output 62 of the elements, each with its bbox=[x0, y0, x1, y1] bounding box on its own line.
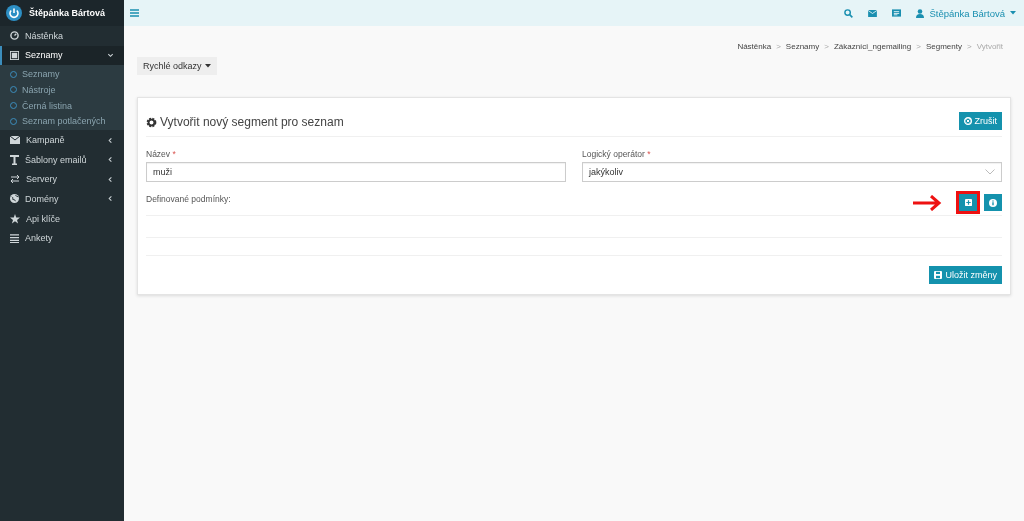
sidebar-item[interactable]: Api klíče bbox=[0, 208, 124, 229]
cancel-button[interactable]: Zrušit bbox=[958, 112, 1002, 130]
chevron-down-icon bbox=[107, 51, 114, 59]
save-button[interactable]: Uložit změny bbox=[929, 266, 1002, 284]
exchange-icon bbox=[10, 175, 20, 184]
field-label: Název bbox=[146, 149, 171, 159]
info-button[interactable] bbox=[984, 194, 1002, 211]
field-label: Logický operátor bbox=[582, 149, 645, 159]
breadcrumb-separator: > bbox=[966, 42, 972, 51]
envelope-icon bbox=[10, 136, 20, 145]
power-logo-icon bbox=[6, 5, 22, 21]
cancel-icon bbox=[963, 117, 972, 125]
floppy-icon bbox=[934, 271, 943, 279]
chevron-left-icon bbox=[107, 175, 114, 183]
chevron-left-icon bbox=[107, 156, 114, 164]
breadcrumb-link[interactable]: Segmenty bbox=[925, 42, 962, 51]
plus-square-icon bbox=[964, 199, 972, 206]
quick-links-button[interactable]: Rychlé odkazy bbox=[137, 57, 217, 75]
sidebar-item[interactable]: Kampaně bbox=[0, 130, 124, 150]
breadcrumb-separator: > bbox=[824, 42, 829, 51]
submenu-item[interactable]: Seznamy bbox=[0, 66, 124, 82]
list-icon bbox=[10, 50, 19, 60]
user-menu[interactable]: Štěpánka Bártová bbox=[929, 7, 1005, 19]
caret-icon bbox=[1010, 11, 1016, 15]
required-mark: * bbox=[172, 149, 176, 159]
submenu-item[interactable]: Seznam potlačených bbox=[0, 113, 124, 130]
sidebar-item[interactable]: Domény bbox=[0, 189, 124, 209]
user-name: Štěpánka Bártová bbox=[29, 8, 106, 18]
search-icon[interactable] bbox=[844, 8, 854, 18]
input-field[interactable]: muži bbox=[146, 162, 566, 182]
list-icon bbox=[10, 233, 19, 243]
caret-icon bbox=[204, 64, 211, 68]
chevron-left-icon bbox=[107, 195, 114, 203]
card-title: Vytvořit nový segment pro seznam bbox=[160, 115, 344, 129]
required-mark: * bbox=[647, 149, 651, 159]
info-icon bbox=[989, 198, 997, 207]
select-field[interactable]: jakýkoliv bbox=[582, 162, 1002, 182]
card-icon[interactable] bbox=[892, 9, 902, 17]
menu-icon[interactable] bbox=[130, 9, 139, 17]
submenu-item[interactable]: Nástroje bbox=[0, 82, 124, 98]
submenu-item[interactable]: Černá listina bbox=[0, 97, 124, 114]
sidebar-item[interactable]: Servery bbox=[0, 169, 124, 190]
sidebar-item[interactable]: Seznamy bbox=[0, 45, 124, 66]
star-icon bbox=[10, 213, 20, 224]
breadcrumb-link[interactable]: Nástěnka bbox=[737, 42, 772, 51]
dashboard-icon bbox=[10, 31, 19, 41]
sidebar-item[interactable]: Nástěnka bbox=[0, 26, 124, 46]
gear-icon bbox=[146, 116, 157, 128]
chevron-left-icon bbox=[107, 136, 114, 144]
sidebar-item[interactable]: Ankety bbox=[0, 228, 124, 248]
sidebar-item[interactable]: Šablony emailů bbox=[0, 149, 124, 170]
breadcrumb-link[interactable]: Seznamy bbox=[785, 42, 820, 51]
globe-icon bbox=[10, 194, 19, 204]
breadcrumb-separator: > bbox=[776, 42, 781, 51]
text-icon bbox=[10, 154, 19, 165]
breadcrumb-link[interactable]: Zákazníci_ngemailing bbox=[833, 42, 912, 51]
conditions-label: Definované podmínky: bbox=[146, 193, 231, 204]
chevron-down-icon bbox=[985, 169, 995, 175]
annotation-arrow bbox=[912, 194, 942, 211]
breadcrumb-separator: > bbox=[916, 42, 921, 51]
envelope-icon[interactable] bbox=[868, 9, 878, 17]
user-icon bbox=[916, 8, 925, 18]
